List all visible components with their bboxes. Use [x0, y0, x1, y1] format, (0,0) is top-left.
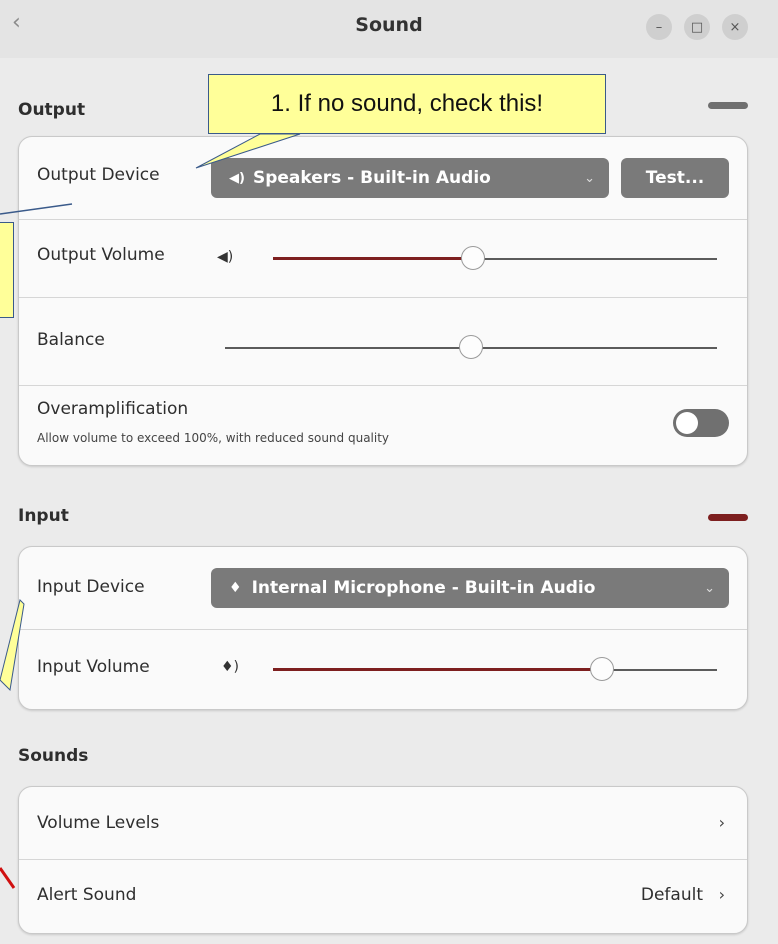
sounds-section-title: Sounds	[18, 746, 89, 766]
header-bar: ‹ Sound – □ ×	[0, 0, 778, 58]
volume-icon: ◀)	[217, 249, 234, 265]
test-button-label: Test...	[645, 168, 705, 188]
slider-handle[interactable]	[590, 657, 614, 681]
annotation-callout-text: 1. If no sound, check this!	[270, 90, 544, 117]
input-level-indicator	[708, 514, 748, 521]
minimize-icon: –	[655, 19, 663, 35]
input-card: Input Device ♦ Internal Microphone - Bui…	[18, 546, 748, 710]
output-card: Output Device ◀) Speakers - Built-in Aud…	[18, 136, 748, 466]
volume-levels-row[interactable]: Volume Levels ›	[19, 787, 747, 860]
input-volume-label: Input Volume	[37, 657, 150, 677]
slider-fill	[273, 668, 602, 671]
input-volume-slider[interactable]	[273, 657, 717, 683]
output-volume-label: Output Volume	[37, 245, 165, 265]
balance-row: Balance	[19, 297, 747, 386]
close-icon: ×	[729, 19, 741, 35]
output-volume-row: Output Volume ◀)	[19, 219, 747, 298]
balance-slider[interactable]	[225, 335, 717, 361]
alert-sound-value: Default	[640, 885, 703, 905]
output-device-row: Output Device ◀) Speakers - Built-in Aud…	[19, 137, 747, 220]
alert-sound-label: Alert Sound	[37, 885, 137, 905]
output-level-indicator	[708, 102, 748, 109]
output-volume-slider[interactable]	[273, 246, 717, 272]
input-device-label: Input Device	[37, 577, 145, 597]
overamplification-toggle[interactable]	[673, 409, 729, 437]
overamplification-row: Overamplification Allow volume to exceed…	[19, 385, 747, 465]
chevron-down-icon: ⌄	[584, 170, 595, 186]
annotation-callout-partial	[0, 222, 14, 318]
input-device-row: Input Device ♦ Internal Microphone - Bui…	[19, 547, 747, 630]
input-section-title: Input	[18, 506, 69, 526]
maximize-icon: □	[690, 19, 704, 35]
slider-fill	[273, 257, 473, 260]
close-button[interactable]: ×	[722, 14, 748, 40]
chevron-right-icon: ›	[718, 813, 725, 832]
output-device-value: Speakers - Built-in Audio	[252, 168, 491, 188]
input-volume-row: Input Volume ♦)	[19, 629, 747, 709]
microphone-level-icon: ♦)	[221, 659, 240, 675]
input-device-dropdown[interactable]: ♦ Internal Microphone - Built-in Audio ⌄	[211, 568, 729, 608]
overamplification-description: Allow volume to exceed 100%, with reduce…	[37, 431, 390, 445]
speaker-icon: ◀)	[229, 170, 245, 186]
chevron-right-icon: ›	[718, 885, 725, 904]
minimize-button[interactable]: –	[646, 14, 672, 40]
output-device-dropdown[interactable]: ◀) Speakers - Built-in Audio ⌄	[211, 158, 609, 198]
sounds-card: Volume Levels › Alert Sound Default ›	[18, 786, 748, 934]
slider-handle[interactable]	[461, 246, 485, 270]
slider-handle[interactable]	[459, 335, 483, 359]
input-device-value: Internal Microphone - Built-in Audio	[251, 578, 596, 598]
microphone-icon: ♦	[229, 580, 242, 596]
output-device-label: Output Device	[37, 165, 160, 185]
toggle-knob	[676, 412, 698, 434]
red-pointer-line	[0, 867, 16, 889]
output-section-title: Output	[18, 100, 86, 120]
chevron-down-icon: ⌄	[704, 580, 715, 596]
overamplification-label: Overamplification	[37, 399, 189, 419]
volume-levels-label: Volume Levels	[37, 813, 160, 833]
annotation-callout: 1. If no sound, check this!	[208, 74, 606, 134]
balance-label: Balance	[37, 330, 105, 350]
maximize-button[interactable]: □	[684, 14, 710, 40]
alert-sound-row[interactable]: Alert Sound Default ›	[19, 859, 747, 933]
test-button[interactable]: Test...	[621, 158, 729, 198]
